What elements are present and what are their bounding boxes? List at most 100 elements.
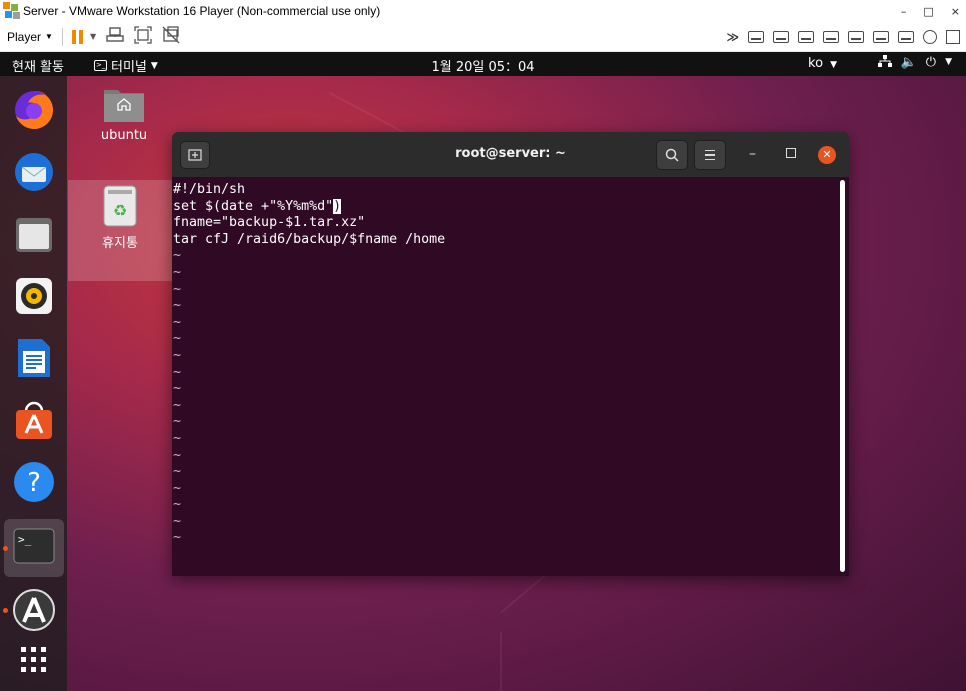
running-indicator xyxy=(3,608,8,613)
network-icon xyxy=(877,55,892,72)
printer-icon[interactable] xyxy=(873,31,889,43)
svg-text:♻: ♻ xyxy=(113,201,127,220)
chevron-down-icon: ▼ xyxy=(45,32,53,41)
activities-button[interactable]: 현재 활동 xyxy=(12,56,64,75)
vim-empty-lines: ~ ~ ~ ~ ~ ~ ~ ~ ~ ~ ~ ~ ~ ~ ~ ~ ~ ~ xyxy=(173,248,839,547)
minimize-button[interactable]: – xyxy=(901,5,907,18)
svg-text:>_: >_ xyxy=(18,533,32,546)
terminal-maximize-button[interactable] xyxy=(786,148,796,158)
ubuntu-software-icon[interactable] xyxy=(10,396,58,444)
svg-text:?: ? xyxy=(27,468,41,498)
search-button[interactable] xyxy=(656,140,688,170)
software-updater-icon[interactable] xyxy=(10,586,58,634)
terminal-line: set $(date +"%Y%m%d") xyxy=(173,198,839,216)
search-icon xyxy=(665,148,679,162)
vim-tilde-line: ~ xyxy=(173,513,182,529)
vim-tilde-line: ~ xyxy=(173,347,182,363)
chevron-down-icon: ▼ xyxy=(945,57,952,67)
firefox-icon[interactable] xyxy=(10,86,58,134)
show-applications-icon[interactable] xyxy=(10,636,58,684)
files-icon[interactable] xyxy=(10,210,58,258)
chevron-down-icon: ▼ xyxy=(830,60,838,70)
vmware-titlebar: Server - VMware Workstation 16 Player (N… xyxy=(0,0,966,22)
cd-icon[interactable] xyxy=(773,31,789,43)
maximize-button[interactable]: □ xyxy=(923,5,933,18)
libreoffice-writer-icon[interactable] xyxy=(10,334,58,382)
volume-icon: 🔈 xyxy=(900,55,917,70)
vim-tilde-line: ~ xyxy=(173,430,182,446)
vim-tilde-line: ~ xyxy=(173,364,182,380)
vim-tilde-line: ~ xyxy=(173,314,182,330)
toolbar-divider xyxy=(61,27,63,46)
home-folder-icon xyxy=(104,90,144,122)
app-menu[interactable]: >_ 터미널 ▼ xyxy=(94,56,158,75)
terminal-line: fname="backup-$1.tar.xz" xyxy=(173,215,366,231)
vmware-logo-icon xyxy=(3,2,21,20)
clock[interactable]: 1월 20일 05：04 xyxy=(431,60,534,75)
vim-tilde-line: ~ xyxy=(173,281,182,297)
vim-tilde-line: ~ xyxy=(173,248,182,264)
vim-tilde-line: ~ xyxy=(173,331,182,347)
new-tab-button[interactable] xyxy=(180,141,210,169)
vim-tilde-line: ~ xyxy=(173,447,182,463)
thunderbird-icon[interactable] xyxy=(10,148,58,196)
vim-tilde-line: ~ xyxy=(173,480,182,496)
ubuntu-dock: ? >_ xyxy=(0,76,67,691)
language-label: ko xyxy=(808,56,824,71)
terminal-scrollbar[interactable] xyxy=(840,180,845,572)
vim-tilde-line: ~ xyxy=(173,414,182,430)
terminal-window[interactable]: root@server: ~ – ✕ #!/bin/sh set $(date +… xyxy=(172,132,849,576)
power-icon: ⏻ xyxy=(925,55,937,70)
close-button[interactable]: × xyxy=(951,5,960,18)
terminal-icon[interactable]: >_ xyxy=(10,522,58,570)
terminal-minimize-button[interactable]: – xyxy=(749,146,756,162)
display-icon[interactable] xyxy=(898,31,914,43)
player-menu-label: Player xyxy=(7,29,42,44)
help-icon[interactable]: ? xyxy=(10,458,58,506)
message-log-icon[interactable] xyxy=(946,30,960,44)
vim-tilde-line: ~ xyxy=(173,397,182,413)
pause-button[interactable]: ▼ xyxy=(71,29,96,44)
rhythmbox-icon[interactable] xyxy=(10,272,58,320)
system-menu[interactable]: 🔈 ⏻ ▼ xyxy=(877,55,952,72)
hamburger-menu-button[interactable] xyxy=(694,140,726,170)
vim-tilde-line: ~ xyxy=(173,298,182,314)
terminal-line: tar cfJ /raid6/backup/$fname /home xyxy=(173,231,446,247)
vim-tilde-line: ~ xyxy=(173,530,182,546)
text-cursor: ) xyxy=(333,198,342,214)
vim-tilde-line: ~ xyxy=(173,497,182,513)
vim-tilde-line: ~ xyxy=(173,464,182,480)
running-indicator xyxy=(3,546,8,551)
desktop-home-folder[interactable]: ubuntu xyxy=(72,84,176,143)
usb-icon[interactable] xyxy=(823,31,839,43)
trash-icon: ♻ xyxy=(103,185,137,227)
input-method-menu[interactable]: ko ▼ xyxy=(808,56,837,71)
network-adapter-icon[interactable] xyxy=(798,31,814,43)
hdd-icon[interactable] xyxy=(748,31,764,43)
terminal-title: root@server: ~ xyxy=(455,146,566,161)
desktop-trash-label: 휴지통 xyxy=(102,236,138,251)
new-tab-icon xyxy=(188,149,202,161)
pause-icon xyxy=(71,29,76,44)
send-ctrl-alt-del-icon[interactable] xyxy=(106,26,124,47)
vmware-toolbar: Player ▼ ▼ ≫ xyxy=(0,22,966,52)
desktop-home-label: ubuntu xyxy=(100,128,148,143)
window-title: Server - VMware Workstation 16 Player (N… xyxy=(23,4,381,18)
vim-tilde-line: ~ xyxy=(173,381,182,397)
chevron-down-icon[interactable]: ▼ xyxy=(90,32,96,41)
terminal-app-icon: >_ xyxy=(94,60,107,71)
sound-card-icon[interactable] xyxy=(848,31,864,43)
fit-guest-icon[interactable] xyxy=(134,25,152,48)
vim-tilde-line: ~ xyxy=(173,264,182,280)
gnome-topbar: 현재 활동 >_ 터미널 ▼ 1월 20일 05：04 ko ▼ 🔈 ⏻ ▼ xyxy=(0,52,966,76)
wallpaper-stripe xyxy=(500,632,502,691)
unity-icon[interactable] xyxy=(162,25,180,48)
player-menu-button[interactable]: Player ▼ xyxy=(7,30,53,44)
more-devices-icon[interactable]: ≫ xyxy=(726,30,739,44)
desktop-trash[interactable]: ♻ 휴지통 xyxy=(68,184,172,251)
guest-screen: 현재 활동 >_ 터미널 ▼ 1월 20일 05：04 ko ▼ 🔈 ⏻ ▼ ?… xyxy=(0,52,966,691)
terminal-close-button[interactable]: ✕ xyxy=(818,146,836,164)
terminal-headerbar[interactable]: root@server: ~ – ✕ xyxy=(172,132,849,177)
settings-icon[interactable] xyxy=(923,30,937,44)
terminal-content[interactable]: #!/bin/sh set $(date +"%Y%m%d") fname="bac… xyxy=(173,182,839,572)
